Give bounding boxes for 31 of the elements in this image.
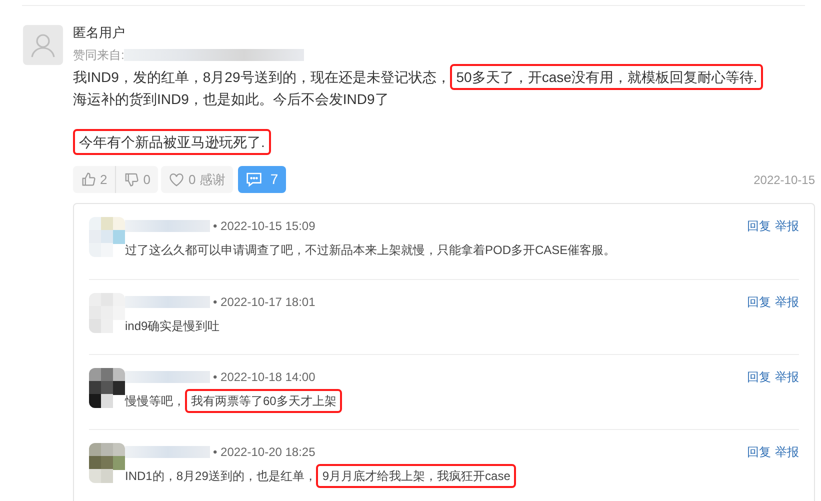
comment-text: 我IND9，发的红单，8月29号送到的，现在还是未登记状态， 50多天了，开case没有用，就模板回复耐心等待. bbox=[73, 66, 815, 88]
reply-link[interactable]: 回复 bbox=[747, 217, 771, 235]
report-link[interactable]: 举报 bbox=[775, 368, 799, 386]
heart-icon bbox=[169, 172, 184, 186]
comment-text: ind9确实是慢到吐 bbox=[125, 318, 221, 335]
comment-text: IND1的，8月29送到的，也是红单， 9月月底才给我上架，我疯狂开case bbox=[125, 466, 799, 486]
comment-text: 海运补的货到IND9，也是如此。今后不会发IND9了 bbox=[73, 90, 390, 109]
report-link[interactable]: 举报 bbox=[775, 293, 799, 311]
report-link[interactable]: 举报 bbox=[775, 443, 799, 461]
reply-time: • 2022-10-15 15:09 bbox=[213, 218, 316, 235]
comment-icon bbox=[246, 172, 262, 187]
author-name: 匿名用户 bbox=[73, 25, 126, 41]
comment-text: 慢慢等吧， 我有两票等了60多天才上架 bbox=[125, 391, 799, 411]
reply-link[interactable]: 回复 bbox=[747, 293, 771, 311]
avatar-icon bbox=[23, 25, 63, 65]
report-link[interactable]: 举报 bbox=[775, 217, 799, 235]
comment-text: 过了这么久都可以申请调查了吧，不过新品本来上架就慢，只能拿着POD多开CASE催客服。 bbox=[125, 242, 617, 259]
like-button[interactable]: 2 bbox=[73, 166, 116, 193]
reply-time: • 2022-10-18 14:00 bbox=[213, 369, 316, 386]
thumbs-down-icon bbox=[124, 172, 140, 187]
comment-text: 今年有个新品被亚马逊玩死了. bbox=[73, 131, 815, 153]
reply-time: • 2022-10-17 18:01 bbox=[213, 294, 316, 311]
upvoted-by-label: 赞同来自: bbox=[73, 47, 124, 64]
comments-button[interactable]: 7 bbox=[238, 166, 286, 193]
reply-link[interactable]: 回复 bbox=[747, 368, 771, 386]
thumbs-up-icon bbox=[81, 172, 96, 187]
reply-time: • 2022-10-20 18:25 bbox=[213, 444, 316, 461]
thanks-button[interactable]: 0 感谢 bbox=[161, 166, 234, 193]
dislike-button[interactable]: 0 bbox=[116, 166, 158, 193]
comment-date: 2022-10-15 bbox=[754, 172, 815, 188]
reply-link[interactable]: 回复 bbox=[747, 443, 771, 461]
